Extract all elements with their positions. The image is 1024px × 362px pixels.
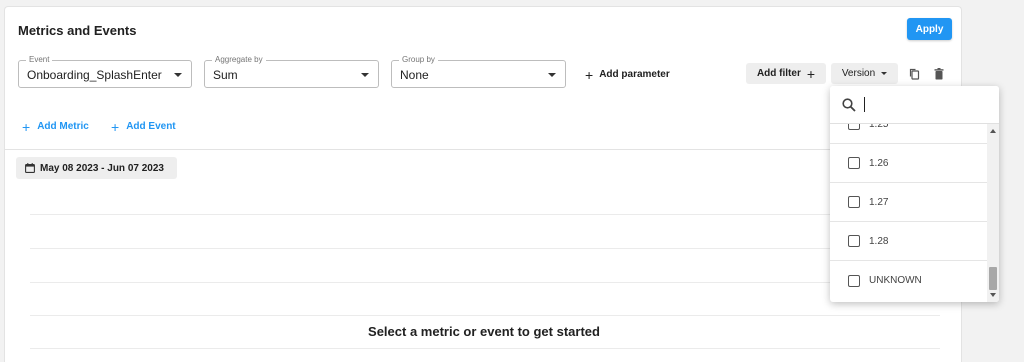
apply-button[interactable]: Apply (907, 18, 952, 40)
date-range-picker[interactable]: May 08 2023 - Jun 07 2023 (16, 157, 177, 179)
plus-icon: + (22, 118, 31, 135)
search-icon (842, 98, 856, 112)
version-dropdown: 1.25 1.26 1.27 1.28 UNKNOWN (830, 86, 999, 302)
empty-state-message: Select a metric or event to get started (368, 324, 600, 339)
chart-gridline (30, 248, 940, 249)
group-label: Group by (399, 55, 438, 65)
add-parameter-button[interactable]: + Add parameter (585, 66, 670, 83)
version-option[interactable]: 1.27 (830, 183, 987, 222)
plus-icon: + (806, 65, 816, 82)
checkbox-icon[interactable] (848, 196, 860, 208)
checkbox-icon[interactable] (848, 157, 860, 169)
aggregate-select[interactable]: Aggregate by Sum (204, 55, 379, 88)
chart-gridline (30, 348, 940, 349)
date-range-label: May 08 2023 - Jun 07 2023 (40, 162, 164, 174)
add-metric-button[interactable]: + Add Metric (22, 118, 89, 135)
calendar-icon (25, 163, 35, 173)
group-select[interactable]: Group by None (391, 55, 566, 88)
add-event-label: Add Event (126, 121, 176, 132)
checkbox-icon[interactable] (848, 235, 860, 247)
section-divider (5, 149, 961, 150)
caret-down-icon (174, 73, 182, 77)
event-label: Event (26, 55, 53, 65)
add-metric-label: Add Metric (37, 121, 89, 132)
metrics-events-panel: Metrics and Events Apply Event Onboardin… (4, 6, 962, 362)
aggregate-value: Sum (213, 68, 238, 82)
text-cursor (864, 97, 865, 112)
version-button[interactable]: Version (831, 63, 898, 84)
group-value: None (400, 68, 429, 82)
trash-icon[interactable] (934, 67, 944, 85)
add-filter-button[interactable]: Add filter + (746, 63, 826, 84)
aggregate-label: Aggregate by (212, 55, 266, 65)
version-option-label: UNKNOWN (869, 275, 922, 286)
caret-down-icon (881, 72, 888, 75)
version-option[interactable]: 1.28 (830, 222, 987, 261)
version-option[interactable]: UNKNOWN (830, 261, 987, 300)
add-filter-label: Add filter (756, 68, 801, 79)
chart-gridline (30, 214, 940, 215)
chart-gridline (30, 282, 940, 283)
checkbox-icon[interactable] (848, 274, 860, 287)
version-search[interactable] (830, 86, 999, 124)
plus-icon: + (111, 118, 120, 135)
caret-down-icon (361, 73, 369, 77)
add-event-button[interactable]: + Add Event (111, 118, 176, 135)
version-option-label: 1.27 (869, 196, 889, 208)
event-select[interactable]: Event Onboarding_SplashEnter (18, 55, 192, 88)
chart-gridline (30, 315, 940, 316)
scrollbar-thumb[interactable] (989, 267, 997, 290)
plus-icon: + (585, 66, 594, 83)
dropdown-scrollbar[interactable] (987, 124, 999, 302)
version-option-label: 1.28 (869, 235, 889, 247)
scroll-up-icon[interactable] (990, 129, 996, 133)
copy-icon[interactable] (909, 67, 920, 85)
panel-title: Metrics and Events (18, 23, 137, 38)
version-option[interactable]: 1.26 (830, 144, 987, 183)
scroll-down-icon[interactable] (990, 293, 996, 297)
caret-down-icon (548, 73, 556, 77)
event-value: Onboarding_SplashEnter (27, 68, 162, 82)
version-label: Version (841, 68, 876, 79)
version-option-label: 1.26 (869, 157, 889, 169)
add-parameter-label: Add parameter (599, 69, 670, 80)
